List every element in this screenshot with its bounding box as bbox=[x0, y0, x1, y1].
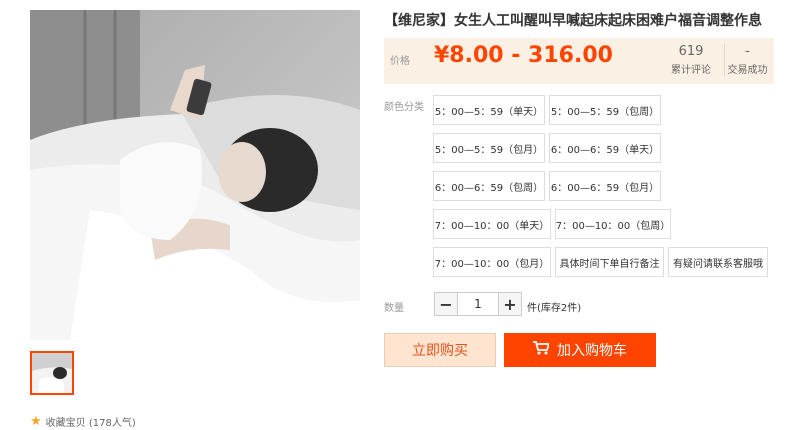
quantity-label: 数量 bbox=[384, 303, 404, 314]
quantity-increase-button[interactable]: + bbox=[498, 292, 522, 316]
color-category-label: 颜色分类 bbox=[384, 102, 424, 113]
add-to-cart-label: 加入购物车 bbox=[557, 343, 627, 359]
cart-icon bbox=[533, 341, 551, 359]
quantity-input[interactable] bbox=[458, 292, 498, 316]
sku-option[interactable]: 5：00—5：59（包周） bbox=[549, 95, 661, 125]
sku-option[interactable]: 6：00—6：59（包周） bbox=[433, 171, 545, 201]
sku-option[interactable]: 7：00—10：00（包周） bbox=[555, 209, 671, 239]
reviews-count: 619 bbox=[678, 44, 704, 59]
product-title: 【维尼家】女生人工叫醒叫早喊起床起床困难户福音调整作息 bbox=[384, 13, 762, 29]
product-photo-graphic bbox=[30, 10, 360, 340]
sku-option[interactable]: 7：00—10：00（包月） bbox=[433, 247, 551, 277]
favorite-text: 收藏宝贝 (178人气) bbox=[45, 418, 136, 429]
price-value: ¥8.00 - 316.00 bbox=[434, 43, 613, 68]
price-panel: 价格 ¥8.00 - 316.00 619 累计评论 - 交易成功 bbox=[384, 38, 774, 84]
deals-count: - bbox=[745, 44, 750, 59]
buy-now-button[interactable]: 立即购买 bbox=[384, 333, 496, 367]
deals-stat: - 交易成功 bbox=[724, 44, 770, 76]
deals-label: 交易成功 bbox=[727, 65, 768, 76]
sku-option[interactable]: 6：00—6：59（包月） bbox=[549, 171, 661, 201]
star-icon: ★ bbox=[30, 414, 42, 429]
reviews-label: 累计评论 bbox=[671, 65, 711, 76]
reviews-stat[interactable]: 619 累计评论 bbox=[666, 44, 716, 76]
sku-option[interactable]: 有疑问请联系客服哦 bbox=[668, 247, 768, 277]
sku-option[interactable]: 6：00—6：59（单天） bbox=[549, 133, 661, 163]
sku-option[interactable]: 7：00—10：00（单天） bbox=[433, 209, 551, 239]
price-label: 价格 bbox=[390, 56, 410, 67]
main-product-image bbox=[30, 10, 360, 340]
sku-option[interactable]: 具体时间下单自行备注 bbox=[555, 247, 664, 277]
product-thumbnail[interactable] bbox=[30, 351, 74, 395]
quantity-decrease-button[interactable]: − bbox=[434, 292, 458, 316]
buy-now-label: 立即购买 bbox=[412, 343, 468, 359]
thumbnail-graphic bbox=[32, 353, 72, 393]
sku-option[interactable]: 5：00—5：59（包月） bbox=[433, 133, 545, 163]
stock-text: 件(库存2件) bbox=[527, 303, 582, 314]
add-to-cart-button[interactable]: 加入购物车 bbox=[504, 333, 656, 367]
favorite-link[interactable]: ★ 收藏宝贝 (178人气) bbox=[30, 414, 136, 429]
sku-option[interactable]: 5：00—5：59（单天） bbox=[433, 95, 545, 125]
